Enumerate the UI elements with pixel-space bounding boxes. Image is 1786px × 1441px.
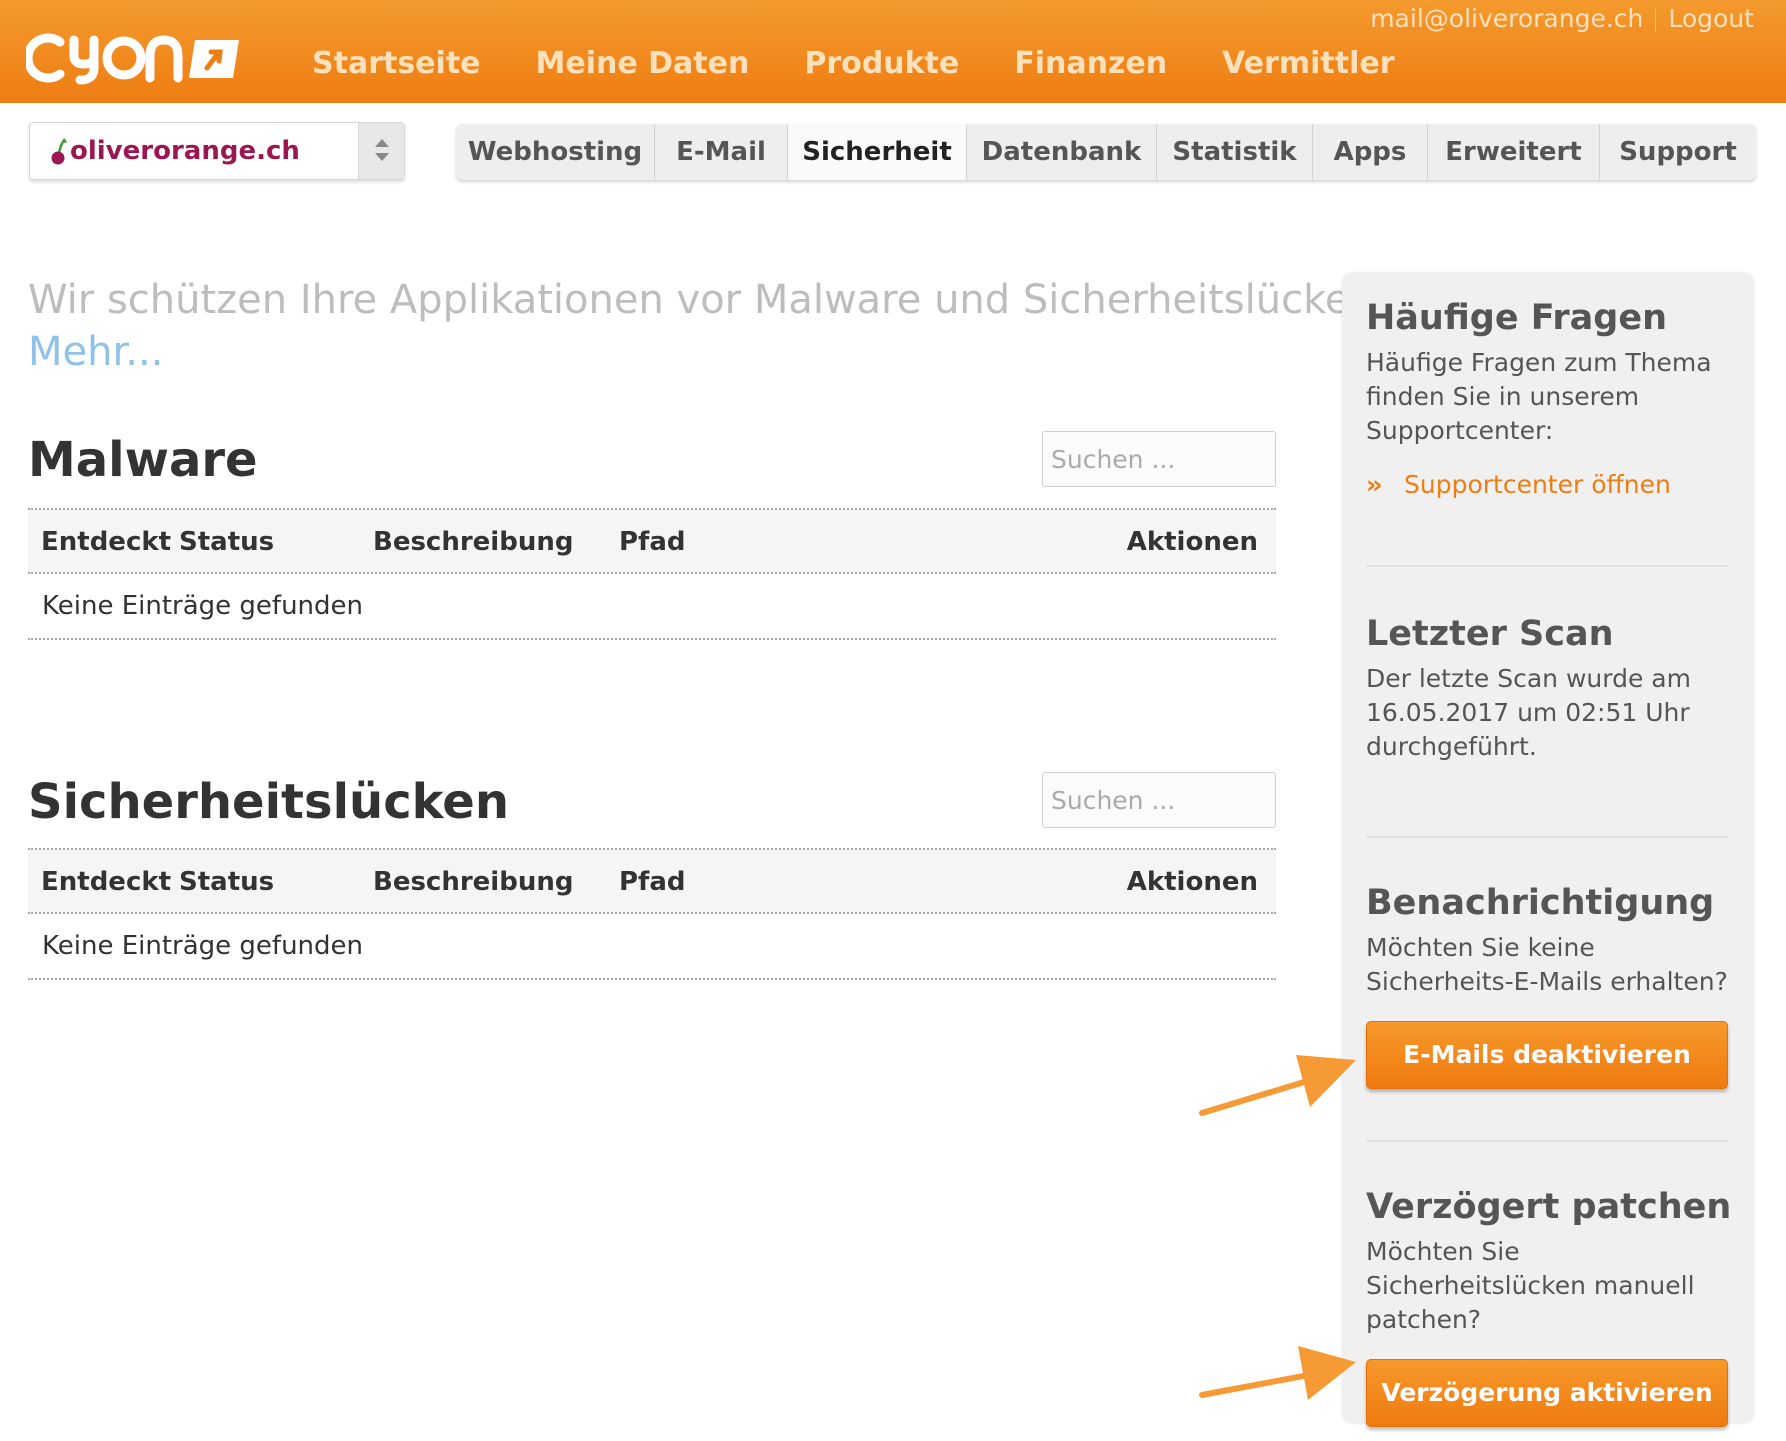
user-links: mail@oliverorange.ch Logout	[1370, 4, 1754, 34]
empty-message: Keine Einträge gefunden	[42, 591, 364, 621]
nav-vermittler[interactable]: Vermittler	[1222, 44, 1394, 84]
faq-text: Häufige Fragen zum Thema finden Sie in u…	[1366, 348, 1712, 445]
vulnerabilities-table: Entdeckt Status Beschreibung Pfad Aktion…	[28, 848, 1276, 980]
column-status[interactable]: Status	[179, 526, 274, 558]
cyon-logo[interactable]	[23, 30, 239, 86]
top-bar: Startseite Meine Daten Produkte Finanzen…	[0, 0, 1786, 103]
activate-delay-button[interactable]: Verzögerung aktivieren	[1366, 1359, 1728, 1427]
nav-produkte[interactable]: Produkte	[804, 44, 959, 84]
divider	[1366, 836, 1728, 838]
tab-sicherheit[interactable]: Sicherheit	[788, 124, 967, 180]
last-scan-title: Letzter Scan	[1366, 614, 1614, 654]
select-arrows-icon	[358, 123, 404, 179]
divider	[1366, 1140, 1728, 1142]
cyon-flag-icon	[189, 40, 239, 78]
table-row: Keine Einträge gefunden	[28, 574, 1276, 640]
main-navigation: Startseite Meine Daten Produkte Finanzen…	[312, 44, 1450, 84]
annotation-arrow-icon	[1199, 1346, 1356, 1400]
last-scan-text: Der letzte Scan wurde am 16.05.2017 um 0…	[1366, 664, 1691, 761]
malware-search-input[interactable]	[1042, 431, 1276, 487]
last-scan-block: Letzter Scan Der letzte Scan wurde am 16…	[1366, 612, 1728, 764]
vulnerabilities-title: Sicherheitslücken	[28, 774, 510, 830]
table-header: Entdeckt Status Beschreibung Pfad Aktion…	[28, 848, 1276, 914]
more-link[interactable]: Mehr...	[28, 326, 1288, 378]
empty-message: Keine Einträge gefunden	[42, 931, 364, 961]
column-entdeckt[interactable]: Entdeckt	[41, 866, 171, 898]
domain-select[interactable]: oliverorange.ch	[29, 122, 405, 180]
table-row: Keine Einträge gefunden	[28, 914, 1276, 980]
cherry-icon	[51, 138, 67, 165]
column-aktionen: Aktionen	[1126, 867, 1258, 897]
tab-support[interactable]: Support	[1600, 124, 1756, 180]
selected-domain: oliverorange.ch	[70, 136, 300, 166]
product-tabs: Webhosting E-Mail Sicherheit Datenbank S…	[456, 124, 1756, 180]
logout-link[interactable]: Logout	[1668, 4, 1754, 33]
delayed-patch-title: Verzögert patchen	[1366, 1187, 1732, 1227]
column-beschreibung[interactable]: Beschreibung	[373, 526, 573, 558]
divider	[1366, 565, 1728, 567]
divider	[1655, 8, 1657, 32]
table-header: Entdeckt Status Beschreibung Pfad Aktion…	[28, 508, 1276, 574]
column-aktionen: Aktionen	[1126, 527, 1258, 557]
nav-startseite[interactable]: Startseite	[312, 44, 481, 84]
intro: Wir schützen Ihre Applikationen vor Malw…	[28, 274, 1388, 378]
column-pfad[interactable]: Pfad	[619, 866, 686, 898]
notification-text: Möchten Sie keine Sicherheits-E-Mails er…	[1366, 933, 1728, 996]
notification-block: Benachrichtigung Möchten Sie keine Siche…	[1366, 881, 1728, 1089]
annotation-arrow-icon	[1199, 1055, 1356, 1116]
account-email-link[interactable]: mail@oliverorange.ch	[1370, 4, 1643, 33]
tab-erweitert[interactable]: Erweitert	[1428, 124, 1600, 180]
column-beschreibung[interactable]: Beschreibung	[373, 866, 573, 898]
tab-email[interactable]: E-Mail	[655, 124, 788, 180]
vulnerabilities-search-input[interactable]	[1042, 772, 1276, 828]
disable-emails-button[interactable]: E-Mails deaktivieren	[1366, 1021, 1728, 1089]
tab-apps[interactable]: Apps	[1313, 124, 1428, 180]
malware-table: Entdeckt Status Beschreibung Pfad Aktion…	[28, 508, 1276, 640]
supportcenter-link-label: Supportcenter öffnen	[1404, 470, 1671, 499]
delayed-patch-block: Verzögert patchen Möchten Sie Sicherheit…	[1366, 1185, 1732, 1427]
column-entdeckt[interactable]: Entdeckt	[41, 526, 171, 558]
sidebar: Häufige Fragen Häufige Fragen zum Thema …	[1342, 272, 1754, 1427]
notification-title: Benachrichtigung	[1366, 883, 1715, 923]
tab-datenbank[interactable]: Datenbank	[967, 124, 1157, 180]
nav-finanzen[interactable]: Finanzen	[1014, 44, 1167, 84]
supportcenter-link[interactable]: ›› Supportcenter öffnen	[1366, 468, 1728, 502]
column-pfad[interactable]: Pfad	[619, 526, 686, 558]
malware-title: Malware	[28, 432, 258, 488]
intro-text: Wir schützen Ihre Applikationen vor Malw…	[28, 277, 1388, 323]
faq-block: Häufige Fragen Häufige Fragen zum Thema …	[1366, 296, 1728, 502]
double-chevron-icon: ››	[1366, 470, 1383, 499]
tab-webhosting[interactable]: Webhosting	[456, 124, 655, 180]
delayed-patch-text: Möchten Sie Sicherheitslücken manuell pa…	[1366, 1237, 1695, 1334]
nav-meine-daten[interactable]: Meine Daten	[536, 44, 750, 84]
tab-statistik[interactable]: Statistik	[1157, 124, 1313, 180]
column-status[interactable]: Status	[179, 866, 274, 898]
faq-title: Häufige Fragen	[1366, 298, 1668, 338]
